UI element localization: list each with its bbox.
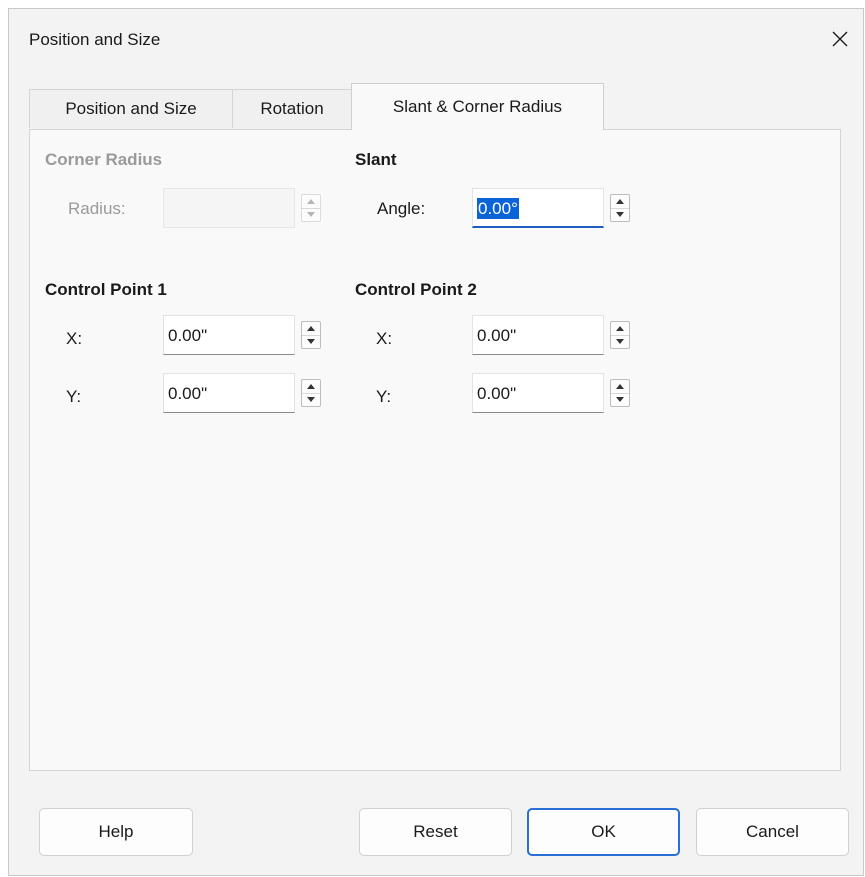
cp1-y-decrement[interactable]: [302, 393, 320, 406]
cancel-button[interactable]: Cancel: [696, 808, 849, 856]
title-bar: Position and Size: [9, 9, 863, 69]
arrow-up-icon: [307, 326, 315, 331]
tab-panel: Corner Radius Radius: Slant Angle: 0.00°…: [29, 129, 841, 771]
tab-label: Rotation: [260, 99, 324, 118]
corner-radius-heading: Corner Radius: [45, 150, 163, 169]
ok-button[interactable]: OK: [527, 808, 680, 856]
angle-increment[interactable]: [611, 195, 629, 209]
arrow-down-icon: [307, 339, 315, 344]
cp2-x-decrement[interactable]: [611, 335, 629, 348]
cp2-y-decrement[interactable]: [611, 393, 629, 406]
arrow-up-icon: [307, 199, 315, 204]
cp2-x-label: X:: [376, 329, 393, 348]
help-button[interactable]: Help: [39, 808, 193, 856]
tab-position-and-size[interactable]: Position and Size: [29, 89, 233, 128]
cp2-y-label: Y:: [376, 387, 392, 406]
cp1-y-spinbox[interactable]: 0.00": [163, 373, 331, 413]
cp1-y-spin-buttons: [301, 379, 321, 407]
arrow-down-icon: [616, 339, 624, 344]
cp1-x-spin-buttons: [301, 321, 321, 349]
cp1-x-increment[interactable]: [302, 322, 320, 336]
tab-label: Position and Size: [65, 99, 197, 118]
cp2-x-input[interactable]: 0.00": [472, 315, 604, 355]
cp1-y-label: Y:: [66, 387, 82, 406]
radius-spin-buttons: [301, 194, 321, 222]
cp1-x-input[interactable]: 0.00": [163, 315, 295, 355]
tab-slant-and-corner-radius[interactable]: Slant & Corner Radius: [351, 83, 604, 130]
arrow-down-icon: [307, 397, 315, 402]
cp1-x-label: X:: [66, 329, 83, 348]
arrow-up-icon: [307, 384, 315, 389]
close-button[interactable]: [817, 21, 863, 57]
cp1-x-spinbox[interactable]: 0.00": [163, 315, 331, 355]
arrow-down-icon: [616, 397, 624, 402]
control-point-1-heading: Control Point 1: [45, 280, 167, 299]
close-icon: [832, 31, 848, 47]
radius-input: [163, 188, 295, 228]
cp1-x-decrement[interactable]: [302, 335, 320, 348]
arrow-down-icon: [616, 212, 624, 217]
cp2-y-spin-buttons: [610, 379, 630, 407]
cp1-y-input[interactable]: 0.00": [163, 373, 295, 413]
radius-increment: [302, 195, 320, 209]
cp2-y-increment[interactable]: [611, 380, 629, 394]
angle-input[interactable]: 0.00°: [472, 188, 604, 228]
angle-decrement[interactable]: [611, 208, 629, 221]
angle-spin-buttons: [610, 194, 630, 222]
cp2-x-spinbox[interactable]: 0.00": [472, 315, 640, 355]
angle-spinbox[interactable]: 0.00°: [472, 188, 640, 228]
angle-value: 0.00°: [477, 198, 519, 219]
slant-heading: Slant: [355, 150, 397, 169]
radius-decrement: [302, 208, 320, 221]
reset-button[interactable]: Reset: [359, 808, 512, 856]
tab-label: Slant & Corner Radius: [392, 97, 563, 116]
position-and-size-dialog: Position and Size Position and Size Rota…: [8, 8, 864, 876]
radius-label: Radius:: [68, 199, 126, 218]
cp2-y-spinbox[interactable]: 0.00": [472, 373, 640, 413]
cp1-y-increment[interactable]: [302, 380, 320, 394]
cp2-y-input[interactable]: 0.00": [472, 373, 604, 413]
arrow-down-icon: [307, 212, 315, 217]
arrow-up-icon: [616, 199, 624, 204]
angle-label: Angle:: [377, 199, 426, 218]
control-point-2-heading: Control Point 2: [355, 280, 477, 299]
cp2-x-increment[interactable]: [611, 322, 629, 336]
dialog-title: Position and Size: [29, 30, 161, 49]
arrow-up-icon: [616, 326, 624, 331]
radius-spinbox: [163, 188, 331, 228]
tab-rotation[interactable]: Rotation: [232, 89, 352, 128]
arrow-up-icon: [616, 384, 624, 389]
cp2-x-spin-buttons: [610, 321, 630, 349]
